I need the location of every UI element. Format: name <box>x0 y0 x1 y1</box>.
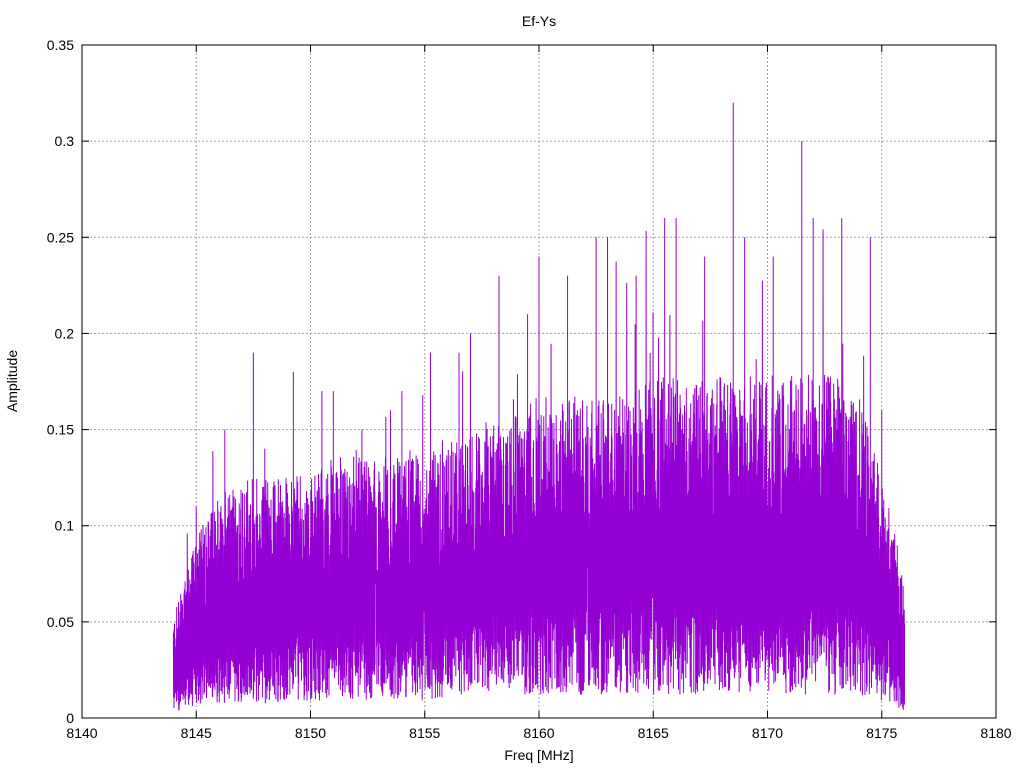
chart: 8140 8145 8150 8155 8160 8165 8170 8175 8180 0 0.0… <box>4 13 1012 763</box>
x-tick-label: 8145 <box>181 725 212 741</box>
x-axis-label: Freq [MHz] <box>504 747 573 763</box>
y-axis-label: Amplitude <box>4 350 20 412</box>
x-tick-label: 8180 <box>980 725 1011 741</box>
x-tick-label: 8175 <box>866 725 897 741</box>
x-tick-label: 8140 <box>66 725 97 741</box>
y-tick-label: 0.1 <box>55 518 75 534</box>
y-tick-label: 0.35 <box>47 37 74 53</box>
x-tick-label: 8150 <box>295 725 326 741</box>
y-tick-label: 0.3 <box>55 133 75 149</box>
y-tick-label: 0.15 <box>47 422 74 438</box>
x-tick-label: 8165 <box>638 725 669 741</box>
y-tick-label: 0.2 <box>55 325 75 341</box>
y-tick-label: 0.25 <box>47 229 74 245</box>
y-tick-label: 0 <box>66 710 74 726</box>
chart-title: Ef-Ys <box>522 13 556 29</box>
x-tick-label: 8155 <box>409 725 440 741</box>
y-tick-label: 0.05 <box>47 614 74 630</box>
x-tick-label: 8170 <box>752 725 783 741</box>
x-tick-label: 8160 <box>523 725 554 741</box>
